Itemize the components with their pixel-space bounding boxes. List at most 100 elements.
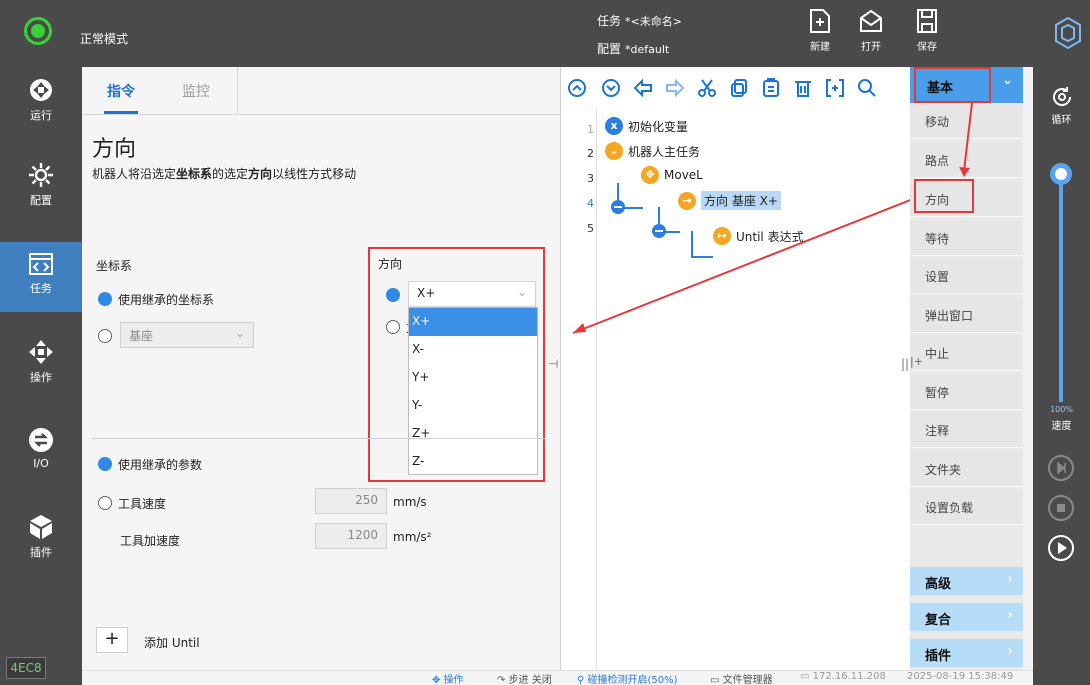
add-until-label: 添加 Until xyxy=(144,636,200,650)
palette-category-plugin[interactable]: 插件 › xyxy=(910,639,1023,667)
version-badge: 4EC8 xyxy=(6,657,46,679)
suppress-icon[interactable] xyxy=(825,78,845,98)
paste-icon[interactable] xyxy=(761,78,781,98)
tab-command[interactable]: 指令 xyxy=(107,81,135,101)
redo-icon[interactable] xyxy=(665,78,685,98)
tree-node-init-vars[interactable]: x 初始化变量 xyxy=(605,117,688,135)
palette-item[interactable]: 中止 xyxy=(910,335,1023,371)
page-description: 机器人将沿选定坐标系的选定方向以线性方式移动 xyxy=(92,167,357,181)
tree-toolbar xyxy=(561,67,911,109)
tool-speed-unit: mm/s xyxy=(393,495,427,509)
search-icon[interactable] xyxy=(857,78,877,98)
top-bar: 正常模式 任务 *<未命名> 配置 *default 新建 打开 保存 xyxy=(0,0,1090,67)
collision-status[interactable]: ⚲ 碰撞检测开启(50%) xyxy=(577,671,678,685)
right-nav: 循环 100% 速度 xyxy=(1033,67,1090,685)
tree-resize-handle[interactable]: || xyxy=(901,357,909,371)
palette-item[interactable]: 暂停 xyxy=(910,374,1023,410)
task-code-icon xyxy=(29,253,53,275)
palette-item[interactable]: 文件夹 xyxy=(910,451,1023,487)
base-coord-option[interactable] xyxy=(98,329,118,344)
inherit-coord-radio[interactable] xyxy=(98,292,112,306)
move-arrows-icon xyxy=(29,340,53,364)
loop-toggle[interactable]: 循环 xyxy=(1033,85,1090,126)
stop-button[interactable] xyxy=(1048,495,1074,521)
inherit-coord-option[interactable]: 使用继承的坐标系 xyxy=(98,291,214,308)
active-tab-underline xyxy=(104,111,138,114)
tab-monitor[interactable]: 监控 xyxy=(182,81,210,101)
tab-bar: 指令 监控 xyxy=(82,67,560,115)
datetime: 2025-08-19 15:38:49 xyxy=(907,671,1014,682)
line-number: 1 xyxy=(587,123,594,136)
tool-speed-input[interactable]: 250 xyxy=(315,488,387,514)
brand-logo-icon xyxy=(1055,16,1081,50)
file-manager-link[interactable]: ▭ 文件管理器 xyxy=(710,671,773,685)
io-icon xyxy=(29,428,53,452)
annotation-red-box xyxy=(914,67,991,103)
chevron-right-icon: › xyxy=(1007,572,1013,587)
base-coord-select[interactable]: 基座 ⌄ xyxy=(120,322,254,348)
play-icon xyxy=(1058,542,1067,554)
command-palette: 基本 ⌄ 移动 路点 方向 等待 设置 弹出窗口 中止 暂停 注释 文件夹 设置… xyxy=(910,67,1023,670)
delete-icon[interactable] xyxy=(793,78,813,98)
chevron-down-icon: ⌄ xyxy=(234,326,245,340)
nav-item-config[interactable]: 配置 xyxy=(0,152,82,222)
play-button[interactable] xyxy=(1048,535,1074,561)
inherit-params-option[interactable]: 使用继承的参数 xyxy=(98,456,202,473)
palette-category-advanced[interactable]: 高级 › xyxy=(910,567,1023,595)
palette-item[interactable]: 弹出窗口 xyxy=(910,297,1023,333)
config-name: 配置 *default xyxy=(597,42,670,56)
cut-icon[interactable] xyxy=(697,78,717,98)
new-file-icon xyxy=(810,9,830,33)
divider xyxy=(92,438,546,439)
palette-item[interactable]: 设置 xyxy=(910,258,1023,294)
save-button[interactable]: 保存 xyxy=(905,6,949,62)
palette-category-composite[interactable]: 复合 › xyxy=(910,603,1023,631)
nav-item-operate[interactable]: 操作 xyxy=(0,329,82,399)
page-title: 方向 xyxy=(92,137,137,162)
task-name: 任务 *<未命名> xyxy=(597,14,682,28)
new-button[interactable]: 新建 xyxy=(798,6,842,62)
inherit-params-radio[interactable] xyxy=(98,457,112,471)
nav-item-run[interactable]: 运行 xyxy=(0,67,82,137)
tool-accel-label: 工具加速度 xyxy=(120,534,181,548)
add-until-button[interactable]: + xyxy=(96,627,128,653)
base-coord-radio[interactable] xyxy=(98,329,112,343)
open-envelope-icon xyxy=(860,9,882,32)
program-tree: 1 2 3 4 5 x 初始化变量 ⌄ 机器人主任务 ✥ MoveL → 方向 基座 X… xyxy=(560,67,919,670)
move-up-icon[interactable] xyxy=(567,78,587,98)
speed-slider-knob[interactable] xyxy=(1050,163,1072,185)
nav-item-task[interactable]: 任务 xyxy=(0,242,82,312)
tool-speed-option[interactable]: 工具速度 xyxy=(98,495,166,512)
annotation-arrow xyxy=(959,102,973,177)
nav-item-plugin[interactable]: 插件 xyxy=(0,504,82,574)
copy-icon[interactable] xyxy=(729,78,749,98)
palette-item[interactable]: 等待 xyxy=(910,220,1023,256)
step-button[interactable] xyxy=(1048,455,1074,481)
palette-item[interactable]: 设置负载 xyxy=(910,489,1023,525)
tool-accel-input[interactable]: 1200 xyxy=(315,523,387,549)
chevron-right-icon: › xyxy=(1007,644,1013,659)
open-button[interactable]: 打开 xyxy=(849,6,893,62)
tool-accel-unit: mm/s² xyxy=(393,530,432,544)
annotation-red-box xyxy=(368,247,545,482)
undo-icon[interactable] xyxy=(633,78,653,98)
variables-icon: x xyxy=(605,117,623,135)
coord-label: 坐标系 xyxy=(96,259,133,273)
palette-item[interactable]: 注释 xyxy=(910,412,1023,448)
palette-resize-handle[interactable]: |+ xyxy=(910,355,923,368)
stop-icon xyxy=(1057,504,1065,512)
loop-icon xyxy=(1052,87,1071,106)
left-nav: 运行 配置 任务 操作 I/O 插件 4EC8 xyxy=(0,67,82,685)
nav-item-io[interactable]: I/O xyxy=(0,417,82,487)
operate-status[interactable]: ✥ 操作 xyxy=(432,671,464,685)
tool-speed-radio[interactable] xyxy=(98,496,112,510)
speed-slider-fill xyxy=(1059,177,1063,402)
ip-address: ▭ 172.16.11.208 xyxy=(800,671,886,682)
step-status[interactable]: ↷ 步进 关闭 xyxy=(497,671,552,685)
chevron-down-icon: ⌄ xyxy=(1002,73,1013,88)
mode-label: 正常模式 xyxy=(80,32,129,46)
main-panel: 指令 监控 方向 机器人将沿选定坐标系的选定方向以线性方式移动 坐标系 使用继承… xyxy=(82,67,563,670)
mode-status-icon xyxy=(24,17,52,45)
annotation-arrow xyxy=(572,196,919,334)
move-down-icon[interactable] xyxy=(601,78,621,98)
